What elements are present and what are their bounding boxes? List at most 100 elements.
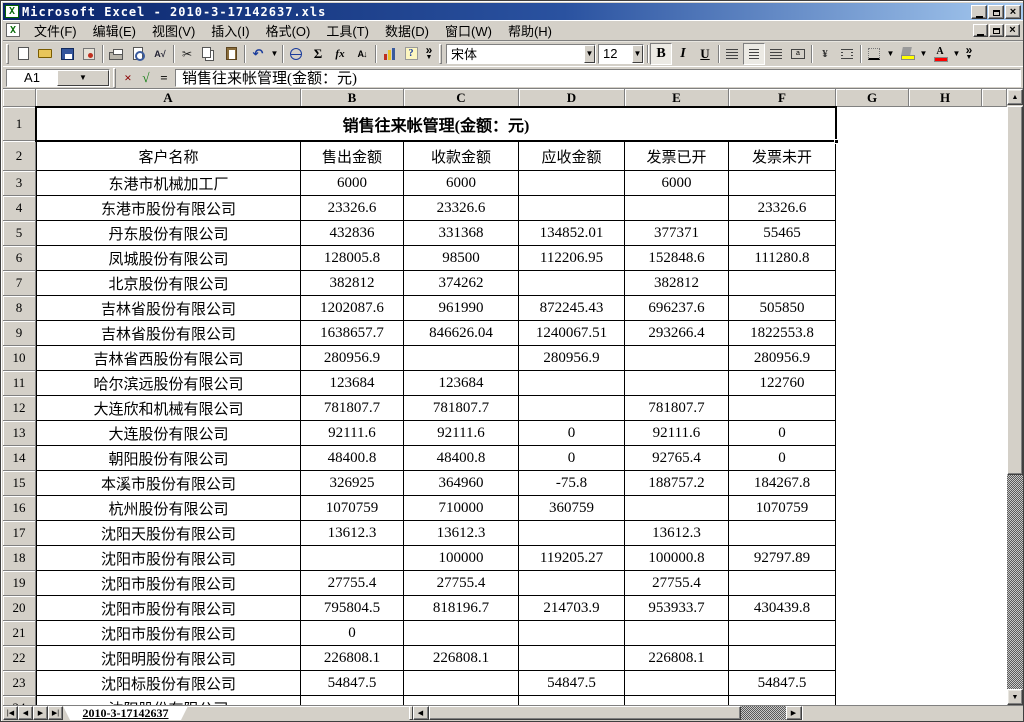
cell[interactable]: 382812 (625, 271, 729, 296)
cell[interactable]: 东港市股份有限公司 (36, 196, 301, 221)
cell[interactable]: 沈阳明股份有限公司 (36, 646, 301, 671)
cell[interactable] (519, 646, 625, 671)
cell[interactable] (519, 396, 625, 421)
cell[interactable]: 1070759 (729, 496, 836, 521)
cell[interactable]: 吉林省股份有限公司 (36, 296, 301, 321)
print-button[interactable] (105, 43, 127, 65)
vertical-scroll-track[interactable] (1007, 475, 1023, 689)
chart-wizard-button[interactable] (378, 43, 400, 65)
cell[interactable]: 吉林省股份有限公司 (36, 321, 301, 346)
spelling-button[interactable]: A√ (149, 43, 171, 65)
cell[interactable] (729, 696, 836, 705)
cell[interactable]: 98500 (404, 246, 519, 271)
cell[interactable]: 6000 (625, 171, 729, 196)
toolbar-grip[interactable] (6, 44, 9, 64)
edit-formula-button[interactable]: = (155, 69, 173, 87)
row-header-18[interactable]: 18 (3, 546, 36, 571)
vertical-scrollbar[interactable]: ▲ ▼ (1007, 89, 1023, 705)
cell[interactable]: 188757.2 (625, 471, 729, 496)
paste-button[interactable] (220, 43, 242, 65)
cell[interactable] (625, 671, 729, 696)
cell[interactable]: 朝阳股份有限公司 (36, 446, 301, 471)
sheet-tab[interactable]: 2010-3-17142637 (63, 706, 188, 720)
font-size-dropdown-icon[interactable]: ▼ (632, 45, 643, 63)
name-box[interactable]: A1 ▼ (6, 69, 110, 87)
cancel-entry-button[interactable]: × (119, 69, 137, 87)
cell[interactable] (625, 196, 729, 221)
cell[interactable]: 1070759 (301, 496, 404, 521)
cell[interactable]: 55465 (729, 221, 836, 246)
menu-tools[interactable]: 工具(T) (318, 19, 377, 42)
cell[interactable]: 331368 (404, 221, 519, 246)
caption-invoiced[interactable]: 发票已开 (625, 141, 729, 171)
cell[interactable]: 1822553.8 (729, 321, 836, 346)
cell[interactable]: 0 (519, 446, 625, 471)
cell[interactable]: 293266.4 (625, 321, 729, 346)
row-header-21[interactable]: 21 (3, 621, 36, 646)
cell[interactable]: 48400.8 (404, 446, 519, 471)
cell[interactable]: 226808.1 (301, 646, 404, 671)
cell[interactable]: 0 (729, 421, 836, 446)
cell[interactable]: 沈阳标股份有限公司 (36, 671, 301, 696)
menu-data[interactable]: 数据(D) (377, 19, 437, 42)
italic-button[interactable]: I (672, 43, 694, 65)
cell[interactable]: 27755.4 (301, 571, 404, 596)
cell[interactable]: 184267.8 (729, 471, 836, 496)
row-header-9[interactable]: 9 (3, 321, 36, 346)
function-button[interactable]: fx (329, 43, 351, 65)
cell[interactable]: 48400.8 (301, 446, 404, 471)
fill-color-button[interactable] (896, 43, 918, 65)
cell[interactable]: 大连股份有限公司 (36, 421, 301, 446)
cell[interactable]: 364960 (404, 471, 519, 496)
cell[interactable] (519, 571, 625, 596)
cell[interactable]: 13612.3 (404, 521, 519, 546)
workbook-close-button[interactable]: × (1005, 24, 1020, 37)
workbook-icon[interactable]: X (6, 23, 20, 37)
cell[interactable]: -75.8 (519, 471, 625, 496)
cell[interactable]: 23326.6 (729, 196, 836, 221)
scroll-right-icon[interactable]: ▶ (786, 706, 802, 720)
cell[interactable] (519, 371, 625, 396)
cell[interactable] (519, 621, 625, 646)
cell[interactable]: 326925 (301, 471, 404, 496)
menu-help[interactable]: 帮助(H) (500, 19, 560, 42)
cell[interactable] (625, 621, 729, 646)
caption-customer[interactable]: 客户名称 (36, 141, 301, 171)
cell[interactable]: 377371 (625, 221, 729, 246)
menu-file[interactable]: 文件(F) (26, 19, 85, 42)
cell[interactable] (301, 546, 404, 571)
cell[interactable] (729, 521, 836, 546)
cell[interactable] (519, 196, 625, 221)
vertical-scroll-thumb[interactable] (1007, 106, 1023, 475)
workbook-minimize-button[interactable] (973, 24, 988, 37)
scroll-up-icon[interactable]: ▲ (1007, 89, 1023, 105)
caption-uninvoiced[interactable]: 发票未开 (729, 141, 836, 171)
cell[interactable]: 92111.6 (625, 421, 729, 446)
borders-dropdown[interactable]: ▼ (885, 44, 896, 64)
cell[interactable]: 122760 (729, 371, 836, 396)
cell[interactable]: 280956.9 (729, 346, 836, 371)
cell[interactable]: 0 (301, 621, 404, 646)
row-header-6[interactable]: 6 (3, 246, 36, 271)
cell[interactable] (625, 696, 729, 705)
cell[interactable]: 846626.04 (404, 321, 519, 346)
cell[interactable]: 1240067.51 (519, 321, 625, 346)
column-header-c[interactable]: C (404, 89, 519, 107)
cell[interactable]: 0 (729, 446, 836, 471)
formatting-toolbar-overflow[interactable]: »▼ (962, 46, 976, 62)
undo-dropdown[interactable]: ▼ (269, 44, 280, 64)
font-color-button[interactable]: A (929, 43, 951, 65)
new-button[interactable] (12, 43, 34, 65)
workbook-restore-button[interactable] (989, 24, 1004, 37)
cell[interactable]: 152848.6 (625, 246, 729, 271)
cell[interactable]: 北京股份有限公司 (36, 271, 301, 296)
cell[interactable] (729, 646, 836, 671)
cell[interactable]: 东港市机械加工厂 (36, 171, 301, 196)
cell[interactable] (519, 271, 625, 296)
row-header-10[interactable]: 10 (3, 346, 36, 371)
cell[interactable]: 119205.27 (519, 546, 625, 571)
cell[interactable]: 280956.9 (301, 346, 404, 371)
cell[interactable]: 360759 (519, 496, 625, 521)
column-header-h[interactable]: H (909, 89, 982, 107)
select-all-corner[interactable] (3, 89, 36, 107)
